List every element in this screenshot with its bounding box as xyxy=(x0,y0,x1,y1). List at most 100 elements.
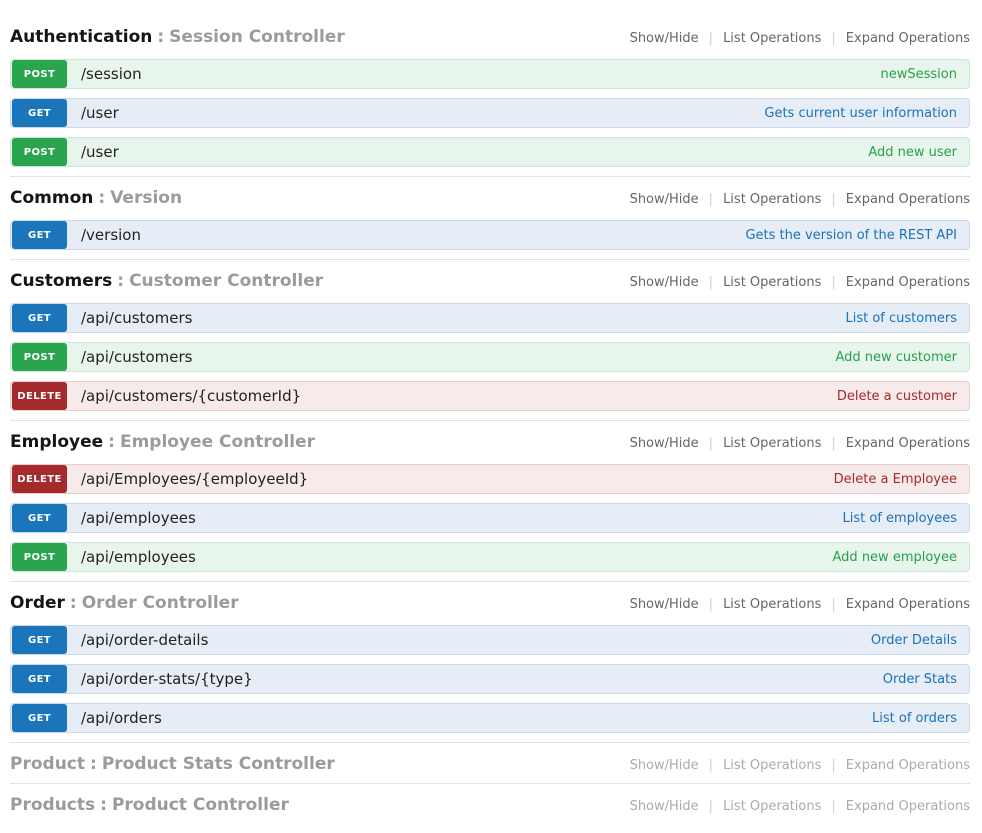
operation-path[interactable]: /session xyxy=(81,65,142,83)
operation-summary[interactable]: List of orders xyxy=(872,711,957,726)
operation-row[interactable]: GET /api/customers List of customers xyxy=(10,303,970,333)
expand-operations-link[interactable]: Expand Operations xyxy=(846,275,970,290)
operation-summary[interactable]: Delete a customer xyxy=(837,389,957,404)
resource-name: Customers xyxy=(10,271,112,291)
resource-name: Order xyxy=(10,593,65,613)
link-separator: | xyxy=(709,758,713,773)
operation-row[interactable]: GET /user Gets current user information xyxy=(10,98,970,128)
resource-links: Show/Hide|List Operations|Expand Operati… xyxy=(630,192,970,207)
operation-summary[interactable]: Add new user xyxy=(868,145,957,160)
operation-summary[interactable]: List of employees xyxy=(843,511,957,526)
list-operations-link[interactable]: List Operations xyxy=(723,799,821,814)
resource-section-customers: Customers:Customer Controller Show/Hide|… xyxy=(10,259,970,411)
operation-row[interactable]: DELETE /api/customers/{customerId} Delet… xyxy=(10,381,970,411)
show-hide-link[interactable]: Show/Hide xyxy=(630,597,699,612)
operation-summary[interactable]: Gets current user information xyxy=(764,106,957,121)
operation-row[interactable]: POST /user Add new user xyxy=(10,137,970,167)
operation-row[interactable]: GET /api/orders List of orders xyxy=(10,703,970,733)
resource-title[interactable]: Product:Product Stats Controller xyxy=(10,754,335,774)
link-separator: | xyxy=(831,799,835,814)
resource-title[interactable]: Products:Product Controller xyxy=(10,795,289,815)
resource-section-product-stats: Product:Product Stats Controller Show/Hi… xyxy=(10,742,970,774)
show-hide-link[interactable]: Show/Hide xyxy=(630,436,699,451)
list-operations-link[interactable]: List Operations xyxy=(723,597,821,612)
operation-row[interactable]: GET /version Gets the version of the RES… xyxy=(10,220,970,250)
method-badge: GET xyxy=(12,665,67,693)
show-hide-link[interactable]: Show/Hide xyxy=(630,192,699,207)
show-hide-link[interactable]: Show/Hide xyxy=(630,275,699,290)
resource-header: Common:Version Show/Hide | List Operations… xyxy=(10,188,970,208)
method-badge: DELETE xyxy=(12,465,67,493)
resource-controller-name: Product Controller xyxy=(112,795,289,815)
list-operations-link[interactable]: List Operations xyxy=(723,436,821,451)
operation-summary[interactable]: Add new employee xyxy=(833,550,957,565)
expand-operations-link[interactable]: Expand Operations xyxy=(846,758,970,773)
operation-path[interactable]: /user xyxy=(81,104,119,122)
operation-path[interactable]: /api/customers/{customerId} xyxy=(81,387,301,405)
method-badge: POST xyxy=(12,343,67,371)
link-separator: | xyxy=(831,192,835,207)
expand-operations-link[interactable]: Expand Operations xyxy=(846,597,970,612)
operation-path[interactable]: /api/customers xyxy=(81,309,192,327)
expand-operations-link[interactable]: Expand Operations xyxy=(846,436,970,451)
resource-title[interactable]: Customers:Customer Controller xyxy=(10,271,323,291)
operation-row[interactable]: POST /session newSession xyxy=(10,59,970,89)
operation-path[interactable]: /api/order-details xyxy=(81,631,208,649)
operation-path[interactable]: /api/employees xyxy=(81,548,196,566)
list-operations-link[interactable]: List Operations xyxy=(723,31,821,46)
resource-controller-name: Version xyxy=(110,188,182,208)
resource-name: Products xyxy=(10,795,95,815)
operation-row[interactable]: GET /api/employees List of employees xyxy=(10,503,970,533)
resource-links: Show/Hide|List Operations|Expand Operati… xyxy=(630,597,970,612)
resource-name: Product xyxy=(10,754,85,774)
method-badge: GET xyxy=(12,704,67,732)
resource-title[interactable]: Common:Version xyxy=(10,188,182,208)
operation-path[interactable]: /api/orders xyxy=(81,709,162,727)
operation-summary[interactable]: Order Stats xyxy=(883,672,957,687)
title-separator: : xyxy=(100,795,107,815)
operation-summary[interactable]: Add new customer xyxy=(835,350,957,365)
method-badge: GET xyxy=(12,304,67,332)
operation-row[interactable]: GET /api/order-details Order Details xyxy=(10,625,970,655)
resource-title[interactable]: Authentication:Session Controller xyxy=(10,27,345,47)
show-hide-link[interactable]: Show/Hide xyxy=(630,31,699,46)
operation-summary[interactable]: Delete a Employee xyxy=(834,472,957,487)
resource-links: Show/Hide|List Operations|Expand Operati… xyxy=(630,758,970,773)
operation-path[interactable]: /api/Employees/{employeeId} xyxy=(81,470,308,488)
operation-row[interactable]: POST /api/customers Add new customer xyxy=(10,342,970,372)
operation-row[interactable]: POST /api/employees Add new employee xyxy=(10,542,970,572)
list-operations-link[interactable]: List Operations xyxy=(723,275,821,290)
link-separator: | xyxy=(709,597,713,612)
operation-summary[interactable]: Order Details xyxy=(871,633,957,648)
list-operations-link[interactable]: List Operations xyxy=(723,192,821,207)
show-hide-link[interactable]: Show/Hide xyxy=(630,799,699,814)
list-operations-link[interactable]: List Operations xyxy=(723,758,821,773)
operation-summary[interactable]: List of customers xyxy=(845,311,957,326)
operation-path[interactable]: /api/employees xyxy=(81,509,196,527)
resource-controller-name: Customer Controller xyxy=(129,271,323,291)
operation-path[interactable]: /api/customers xyxy=(81,348,192,366)
expand-operations-link[interactable]: Expand Operations xyxy=(846,799,970,814)
operation-row[interactable]: DELETE /api/Employees/{employeeId} Delet… xyxy=(10,464,970,494)
expand-operations-link[interactable]: Expand Operations xyxy=(846,31,970,46)
resource-name: Authentication xyxy=(10,27,152,47)
expand-operations-link[interactable]: Expand Operations xyxy=(846,192,970,207)
link-separator: | xyxy=(709,799,713,814)
operation-summary[interactable]: Gets the version of the REST API xyxy=(745,228,957,243)
operation-path[interactable]: /api/order-stats/{type} xyxy=(81,670,253,688)
api-resource-list: Authentication:Session Controller Show/H… xyxy=(0,0,982,827)
resource-header: Products:Product Controller Show/Hide | Li… xyxy=(10,795,970,815)
title-separator: : xyxy=(157,27,164,47)
resource-section-products: Products:Product Controller Show/Hide | Li… xyxy=(10,783,970,815)
operation-path[interactable]: /version xyxy=(81,226,141,244)
resource-section-employee: Employee:Employee Controller Show/Hide | L… xyxy=(10,420,970,572)
resource-name: Employee xyxy=(10,432,103,452)
link-separator: | xyxy=(831,436,835,451)
show-hide-link[interactable]: Show/Hide xyxy=(630,758,699,773)
operation-path[interactable]: /user xyxy=(81,143,119,161)
resource-title[interactable]: Order:Order Controller xyxy=(10,593,239,613)
operation-row[interactable]: GET /api/order-stats/{type} Order Stats xyxy=(10,664,970,694)
operation-summary[interactable]: newSession xyxy=(881,67,957,82)
method-badge: GET xyxy=(12,99,67,127)
resource-title[interactable]: Employee:Employee Controller xyxy=(10,432,315,452)
